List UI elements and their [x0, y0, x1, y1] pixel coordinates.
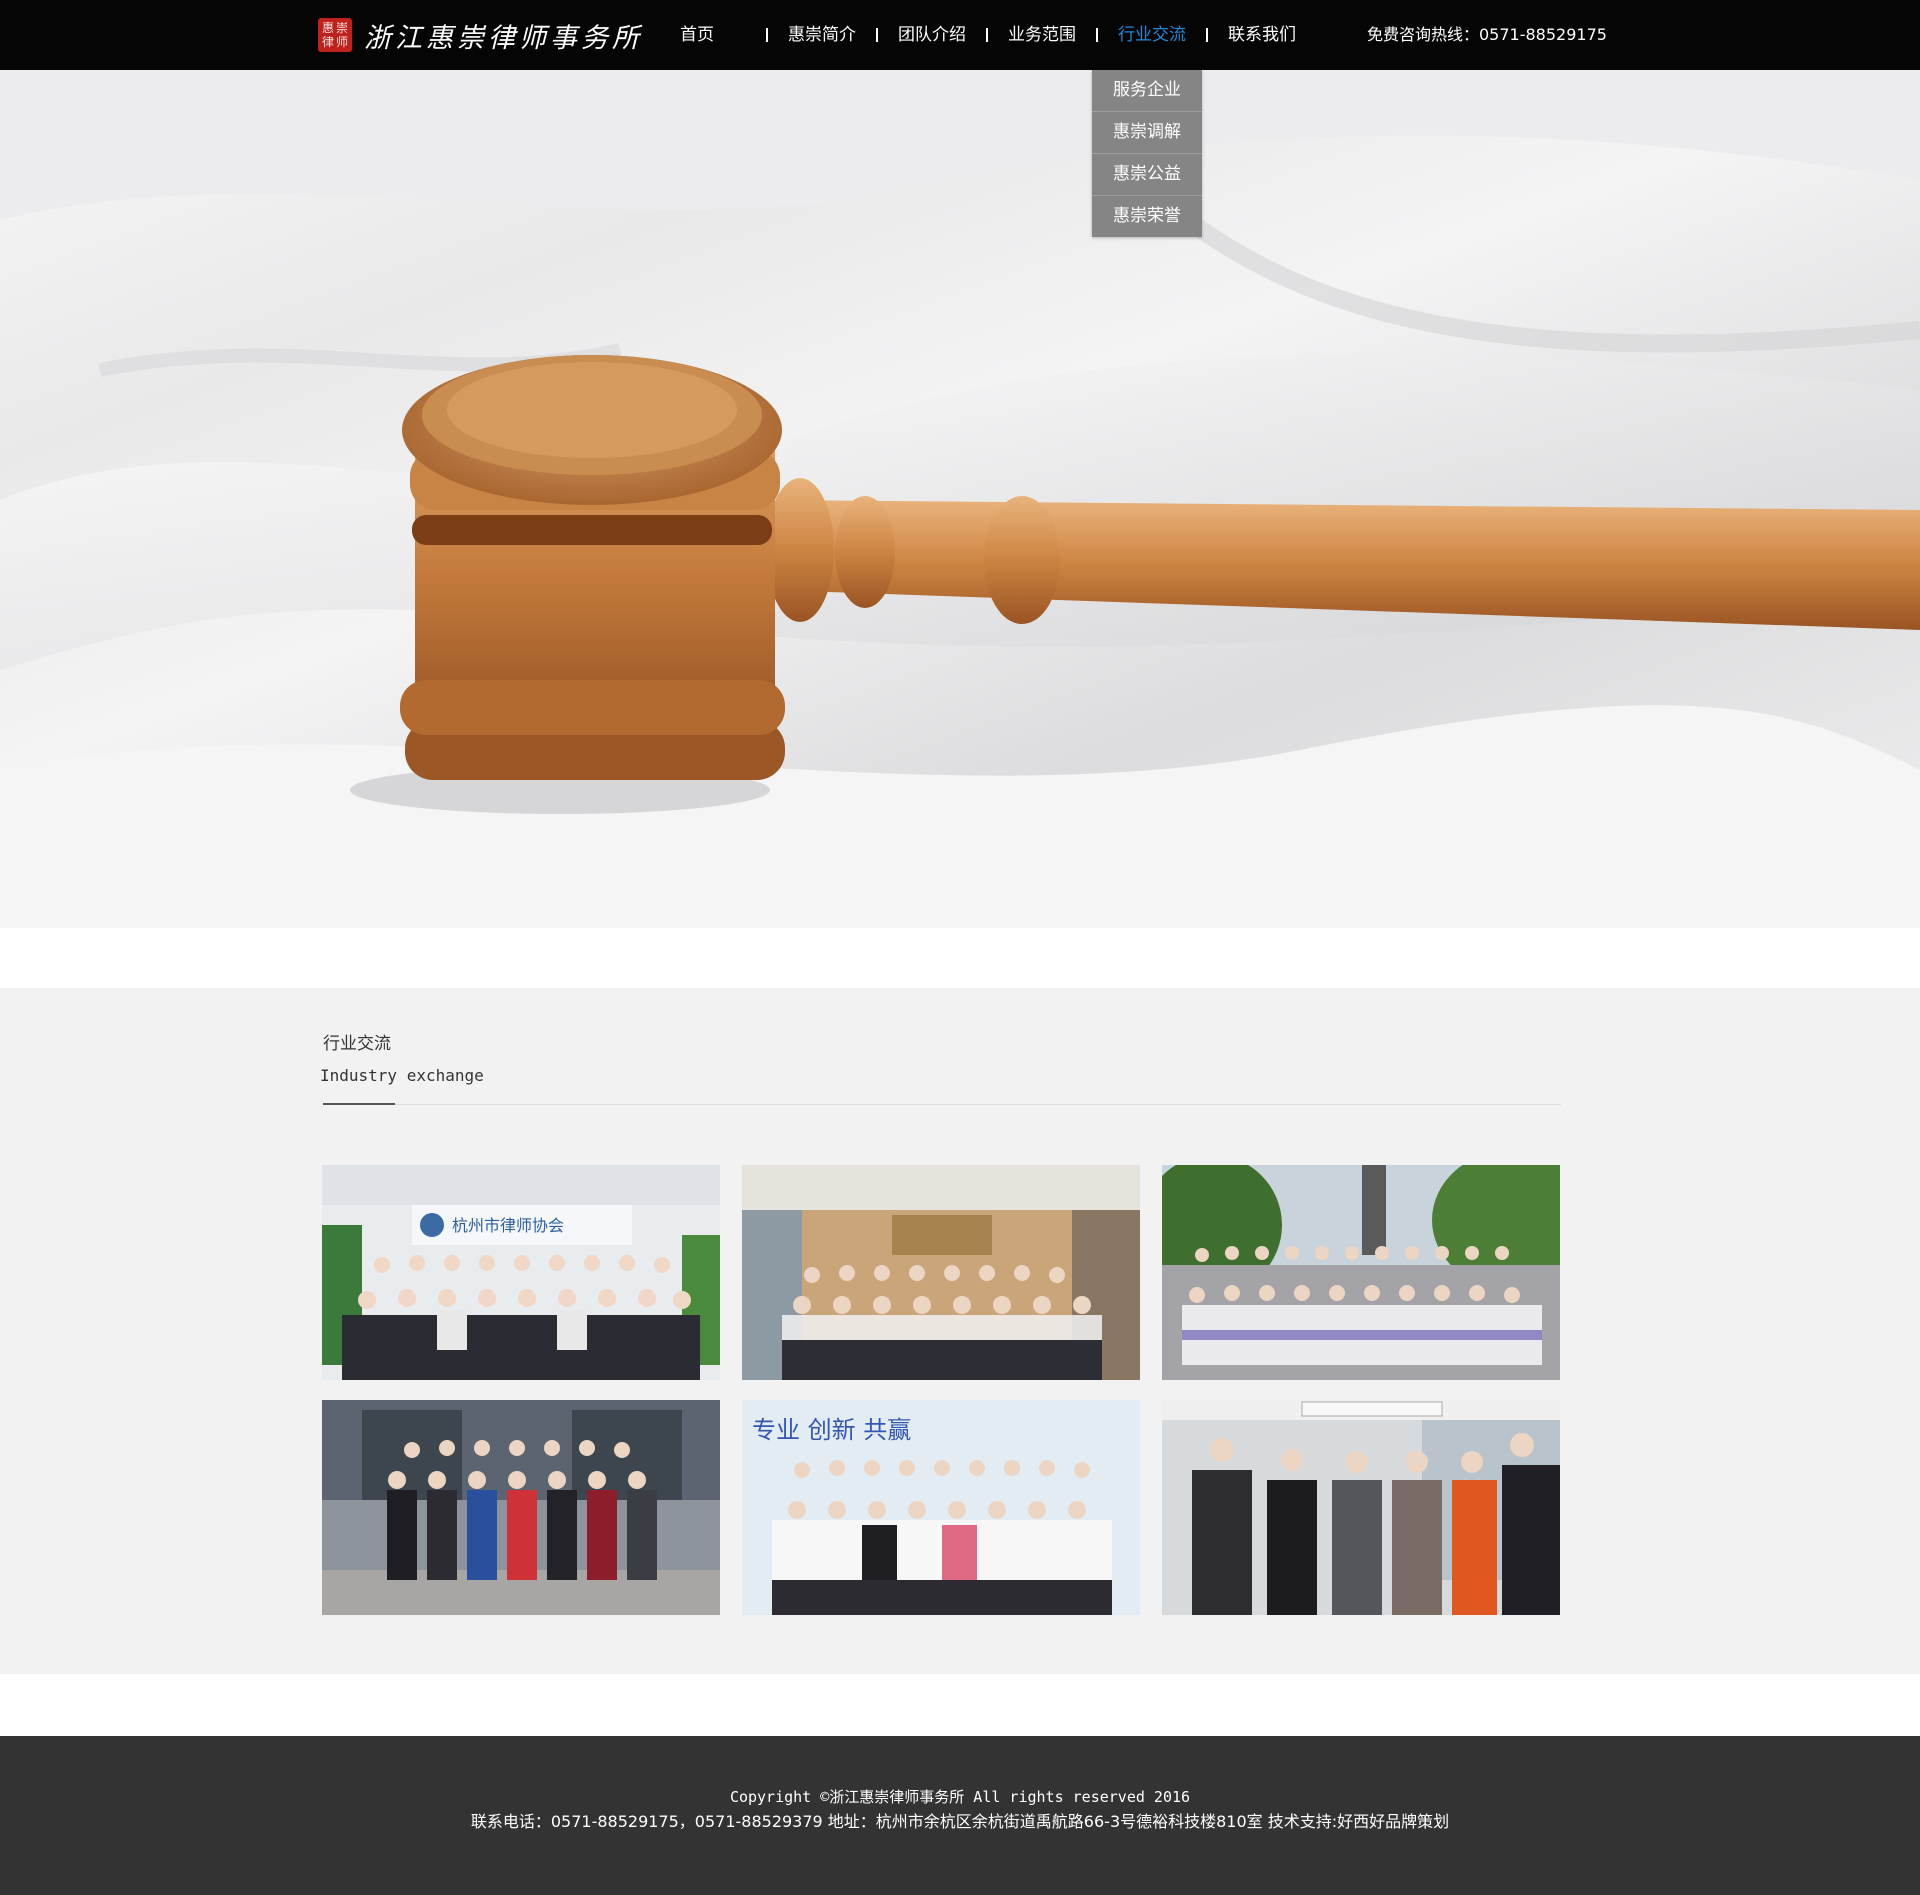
group-photo-image [1162, 1400, 1560, 1615]
nav-separator [876, 28, 878, 42]
gallery-photo-5[interactable]: 专业 创新 共赢 [742, 1400, 1140, 1615]
contact-info-text: 联系电话：0571-88529175，0571-88529379 地址：杭州市余… [470, 1812, 1450, 1831]
industry-exchange-dropdown: 服务企业 惠崇调解 惠崇公益 惠崇荣誉 [1092, 70, 1202, 237]
gallery-photo-2[interactable] [742, 1165, 1140, 1380]
industry-exchange-section: 行业交流 Industry exchange 杭州市律师协会 专业 创新 共赢 [0, 988, 1920, 1674]
group-photo-image [742, 1165, 1140, 1380]
gallery-photo-3[interactable] [1162, 1165, 1560, 1380]
hero-banner [0, 70, 1920, 928]
seal-char: 惠 [321, 21, 334, 35]
seal-char: 师 [335, 35, 348, 49]
gavel-illustration [0, 70, 1920, 928]
site-logo[interactable]: 惠 崇 律 师 浙江惠崇律师事务所 [318, 16, 643, 54]
group-photo-image: 杭州市律师协会 [322, 1165, 720, 1380]
logo-seal-icon: 惠 崇 律 师 [318, 18, 352, 52]
nav-item-services[interactable]: 业务范围 [1008, 0, 1076, 70]
gallery-photo-4[interactable] [322, 1400, 720, 1615]
section-divider-accent [323, 1103, 395, 1105]
seal-char: 律 [321, 35, 334, 49]
section-title: 行业交流 [323, 1034, 391, 1054]
nav-item-contact[interactable]: 联系我们 [1228, 0, 1296, 70]
dropdown-item-honors[interactable]: 惠崇荣誉 [1092, 196, 1202, 237]
dropdown-item-public-welfare[interactable]: 惠崇公益 [1092, 154, 1202, 196]
dropdown-item-mediation[interactable]: 惠崇调解 [1092, 112, 1202, 154]
nav-item-about[interactable]: 惠崇简介 [788, 0, 856, 70]
gallery-photo-6[interactable] [1162, 1400, 1560, 1615]
logo-text: 浙江惠崇律师事务所 [364, 22, 643, 54]
nav-separator [986, 28, 988, 42]
nav-separator [1096, 28, 1098, 42]
group-photo-image [322, 1400, 720, 1615]
site-footer: Copyright ©浙江惠崇律师事务所 All rights reserved… [0, 1736, 1920, 1895]
photo-gallery: 杭州市律师协会 专业 创新 共赢 [322, 1165, 1560, 1615]
group-photo-image: 专业 创新 共赢 [742, 1400, 1140, 1615]
seal-char: 崇 [335, 21, 348, 35]
group-photo-image [1162, 1165, 1560, 1380]
dropdown-item-service-enterprises[interactable]: 服务企业 [1092, 70, 1202, 112]
section-divider [323, 1104, 1561, 1105]
nav-separator [766, 28, 768, 42]
section-subtitle: Industry exchange [320, 1066, 484, 1085]
nav-item-team[interactable]: 团队介绍 [898, 0, 966, 70]
nav-item-industry-exchange[interactable]: 行业交流 [1118, 0, 1186, 70]
copyright-text: Copyright ©浙江惠崇律师事务所 All rights reserved… [729, 1788, 1191, 1806]
top-navigation-bar: 惠 崇 律 师 浙江惠崇律师事务所 首页 惠崇简介 团队介绍 业务范围 行业交流… [0, 0, 1920, 70]
nav-separator [1206, 28, 1208, 42]
hotline-text: 免费咨询热线：0571-88529175 [1367, 25, 1607, 44]
nav-item-home[interactable]: 首页 [680, 0, 714, 70]
photo-sign-text: 杭州市律师协会 [452, 1216, 564, 1235]
main-nav: 首页 惠崇简介 团队介绍 业务范围 行业交流 联系我们 [660, 0, 1296, 70]
photo-banner-text: 专业 创新 共赢 [752, 1416, 911, 1444]
gallery-photo-1[interactable]: 杭州市律师协会 [322, 1165, 720, 1380]
